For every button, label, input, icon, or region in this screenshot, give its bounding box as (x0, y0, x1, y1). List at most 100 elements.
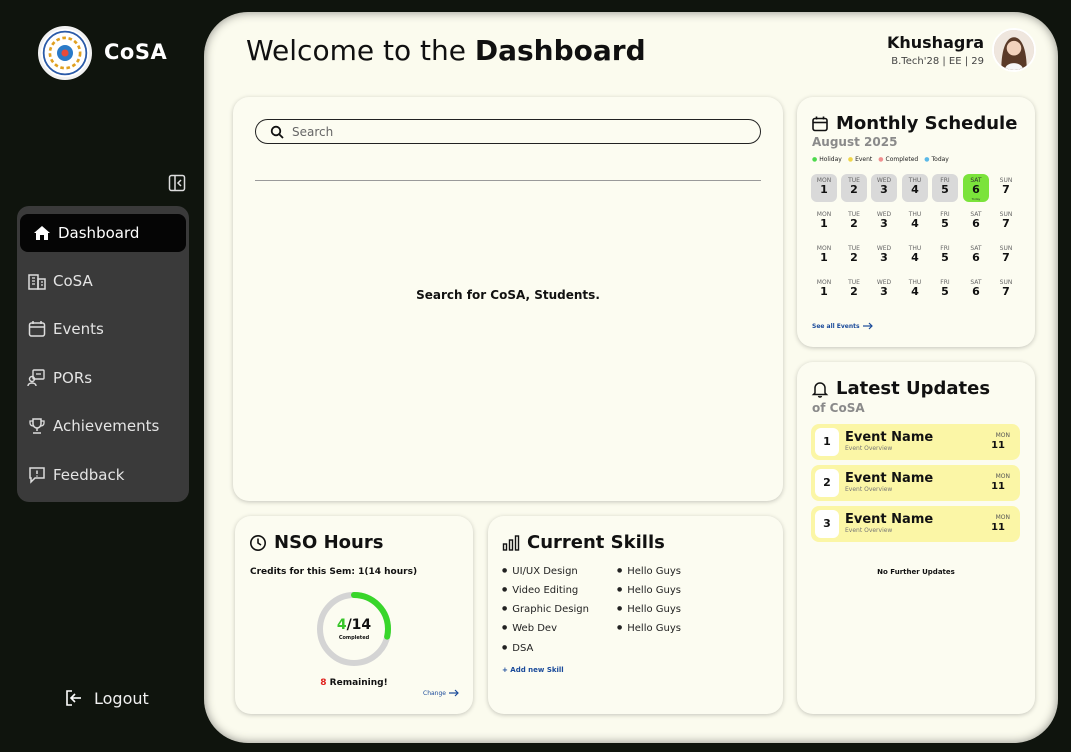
calendar-day-number: 3 (880, 251, 888, 264)
nso-title: NSO Hours (249, 532, 383, 553)
calendar-day[interactable]: FRI 5 (932, 174, 958, 202)
current-skills-card: Current Skills UI/UX Design Video Editin… (488, 516, 783, 714)
logout-label: Logout (94, 688, 149, 708)
calendar-day[interactable]: SAT 6 (963, 276, 989, 304)
sidebar-nav: Dashboard CoSA Events PORs Achievements … (17, 206, 189, 502)
calendar-day[interactable]: FRI 5 (932, 242, 958, 270)
legend-completed: Completed (878, 156, 919, 163)
skill-item: Hello Guys (617, 623, 681, 634)
update-date: 11 (991, 481, 1005, 492)
search-card: Search for CoSA, Students. (233, 97, 783, 501)
update-name: Event Name (845, 471, 934, 486)
calendar-day-number: 6 (972, 183, 980, 196)
sidebar-item-achievements[interactable]: Achievements (27, 409, 159, 443)
calendar-day[interactable]: MON 1 (811, 174, 837, 202)
calendar-day[interactable]: FRI 5 (932, 276, 958, 304)
calendar-day[interactable]: MON 1 (811, 208, 837, 236)
sidebar-item-cosa[interactable]: CoSA (27, 264, 93, 298)
updates-subtitle: of CoSA (812, 401, 865, 415)
update-desc: Event Overview (845, 527, 893, 534)
calendar-day[interactable]: SUN 7 (993, 174, 1019, 202)
calendar-day[interactable]: MON 1 (811, 276, 837, 304)
search-input[interactable] (292, 124, 732, 139)
calendar-day[interactable]: WED 3 (871, 208, 897, 236)
arrow-right-icon (862, 322, 873, 330)
calendar-day[interactable]: SAT 6 (963, 242, 989, 270)
calendar-day[interactable]: WED 3 (871, 174, 897, 202)
calendar-day[interactable]: TUE 2 (841, 174, 867, 202)
calendar-day-number: 2 (850, 251, 858, 264)
update-number: 2 (815, 469, 839, 497)
calendar-day[interactable]: TUE 2 (841, 208, 867, 236)
calendar-day[interactable]: FRI 5 (932, 208, 958, 236)
calendar-day[interactable]: SUN 7 (993, 242, 1019, 270)
calendar-day[interactable]: TUE 2 (841, 276, 867, 304)
legend-holiday: Holiday (812, 156, 842, 163)
skill-item: Graphic Design (502, 604, 589, 615)
sidebar-collapse-icon[interactable] (168, 174, 186, 192)
calendar-day-number: 6 (972, 217, 980, 230)
sidebar-item-events[interactable]: Events (27, 312, 104, 346)
calendar-day[interactable]: TUE 2 (841, 242, 867, 270)
calendar-day[interactable]: MON 1 (811, 242, 837, 270)
trophy-icon (29, 418, 45, 434)
sidebar-item-pors[interactable]: PORs (27, 361, 92, 395)
page-title: Welcome to the Dashboard (246, 34, 646, 67)
calendar-day-number: 1 (820, 183, 828, 196)
change-link[interactable]: Change (423, 689, 459, 697)
nso-credits: Credits for this Sem: 1(14 hours) (250, 567, 418, 577)
update-desc: Event Overview (845, 445, 893, 452)
schedule-month: August 2025 (812, 135, 898, 149)
bell-icon (811, 381, 829, 398)
latest-updates-card: Latest Updates of CoSA 1 Event Name Even… (797, 362, 1035, 714)
nso-progress-label: Completed (338, 635, 370, 641)
no-further-updates: No Further Updates (877, 568, 955, 576)
update-day: MON (995, 432, 1010, 439)
calendar-day[interactable]: THU 4 (902, 276, 928, 304)
search-bar[interactable] (255, 119, 761, 144)
por-icon (27, 369, 45, 387)
calendar-day-number: 3 (880, 217, 888, 230)
update-date: 11 (991, 440, 1005, 451)
calendar-day-number: 5 (941, 285, 949, 298)
calendar-day[interactable]: SAT 6 (963, 208, 989, 236)
calendar-day[interactable]: WED 3 (871, 242, 897, 270)
calendar-day[interactable]: SUN 7 (993, 276, 1019, 304)
nso-remaining: 8 Remaining! (320, 678, 388, 688)
calendar-day[interactable]: SUN 7 (993, 208, 1019, 236)
calendar-day-number: 5 (941, 251, 949, 264)
calendar-day-number: 5 (941, 183, 949, 196)
sidebar-item-feedback[interactable]: Feedback (27, 458, 124, 492)
skills-title: Current Skills (502, 532, 665, 553)
user-name: Khushagra (886, 33, 984, 52)
logout-button[interactable]: Logout (64, 688, 149, 708)
calendar-day[interactable]: WED 3 (871, 276, 897, 304)
update-item[interactable]: 3 Event Name Event Overview MON 11 (811, 506, 1020, 542)
sidebar-item-dashboard[interactable]: Dashboard (20, 214, 186, 252)
feedback-icon (29, 467, 45, 484)
calendar-day-number: 4 (911, 217, 919, 230)
avatar[interactable] (992, 28, 1036, 72)
sidebar-item-label: Dashboard (58, 224, 140, 242)
legend-today: Today (924, 156, 949, 163)
user-meta: B.Tech'28 | EE | 29 (891, 56, 984, 67)
update-name: Event Name (845, 512, 934, 527)
cosa-logo (38, 26, 92, 80)
see-all-events-link[interactable]: See all Events (812, 322, 873, 330)
update-item[interactable]: 1 Event Name Event Overview MON 11 (811, 424, 1020, 460)
calendar-day[interactable]: THU 4 (902, 208, 928, 236)
calendar-day-number: 3 (880, 183, 888, 196)
sidebar-item-label: CoSA (53, 272, 93, 290)
calendar-day-number: 7 (1002, 183, 1010, 196)
calendar-day-number: 1 (820, 251, 828, 264)
main-panel: Welcome to the Dashboard Khushagra B.Tec… (204, 12, 1058, 743)
calendar-day[interactable]: THU 4 (902, 242, 928, 270)
calendar-icon (28, 321, 46, 337)
update-number: 3 (815, 510, 839, 538)
update-desc: Event Overview (845, 486, 893, 493)
update-item[interactable]: 2 Event Name Event Overview MON 11 (811, 465, 1020, 501)
nso-hours-card: NSO Hours Credits for this Sem: 1(14 hou… (235, 516, 473, 714)
calendar-day[interactable]: SAT 6 Today (963, 174, 989, 202)
calendar-day[interactable]: THU 4 (902, 174, 928, 202)
add-skill-button[interactable]: + Add new Skill (502, 666, 564, 674)
